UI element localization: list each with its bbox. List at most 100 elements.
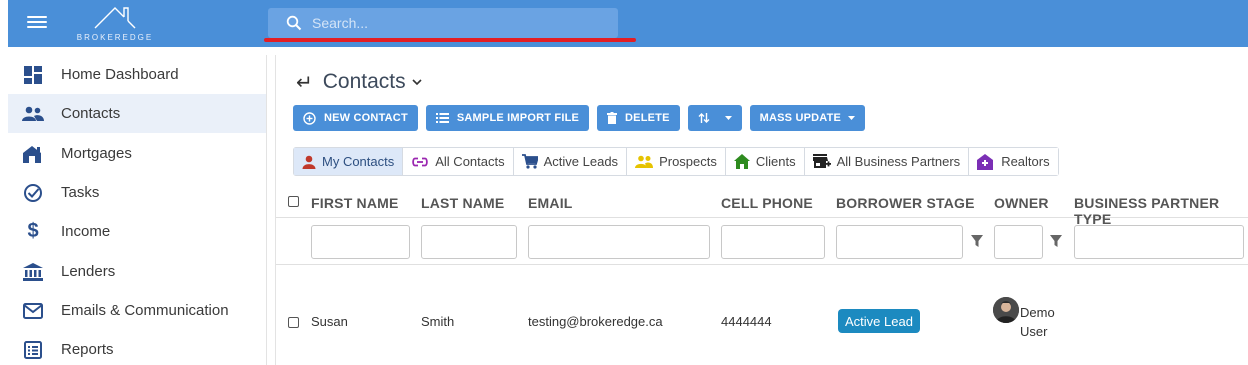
sort-icon	[698, 113, 710, 123]
last-name-filter-input[interactable]	[421, 225, 517, 259]
add-circle-icon	[303, 111, 316, 125]
cell-last-name: Smith	[421, 314, 455, 329]
sidebar-item-label: Mortgages	[61, 145, 132, 162]
tab-label: All Contacts	[435, 154, 505, 169]
column-header-last-name[interactable]: LAST NAME	[421, 195, 504, 211]
menu-icon[interactable]	[27, 13, 47, 33]
filter-row	[276, 218, 1248, 265]
mass-update-button[interactable]: MASS UPDATE	[749, 105, 866, 131]
toolbar: NEW CONTACT SAMPLE IMPORT FILE DELETE MA…	[293, 105, 866, 131]
dollar-icon: $	[27, 220, 39, 242]
sidebar-item-label: Income	[61, 223, 111, 240]
sidebar-item-label: Lenders	[61, 263, 116, 280]
back-arrow-icon[interactable]: ↵	[296, 70, 313, 95]
sidebar-item-label: Contacts	[61, 105, 121, 122]
tab-label: All Business Partners	[836, 154, 961, 169]
delete-label: DELETE	[625, 112, 670, 124]
cell-cell-phone: 4444444	[721, 314, 772, 329]
mail-icon	[22, 300, 44, 322]
home-icon	[733, 154, 750, 169]
sidebar: Home Dashboard Contacts Mortgages Tasks …	[8, 55, 267, 365]
check-circle-icon	[22, 182, 44, 204]
new-contact-button[interactable]: NEW CONTACT	[293, 105, 418, 131]
filter-funnel-icon[interactable]	[1050, 235, 1062, 247]
sample-import-file-button[interactable]: SAMPLE IMPORT FILE	[425, 105, 590, 131]
sort-button[interactable]	[687, 105, 742, 131]
table-header: FIRST NAME LAST NAME EMAIL CELL PHONE BO…	[276, 185, 1248, 227]
sidebar-item-home-dashboard[interactable]: Home Dashboard	[8, 55, 266, 94]
tab-label: Clients	[755, 154, 796, 169]
column-header-first-name[interactable]: FIRST NAME	[311, 195, 399, 211]
column-header-owner[interactable]: OWNER	[994, 195, 1049, 211]
person-icon	[302, 155, 316, 169]
borrower-stage-filter-input[interactable]	[836, 225, 963, 259]
list-icon	[435, 113, 449, 123]
sidebar-item-contacts[interactable]: Contacts	[8, 94, 266, 133]
search-input[interactable]	[312, 12, 602, 34]
select-all-checkbox[interactable]	[288, 196, 299, 207]
logo[interactable]: BROKEREDGE	[70, 2, 160, 44]
owner-filter-input[interactable]	[994, 225, 1043, 259]
tab-all-business-partners[interactable]: All Business Partners	[804, 148, 970, 175]
tab-my-contacts[interactable]: My Contacts	[294, 148, 404, 175]
sidebar-item-lenders[interactable]: Lenders	[8, 252, 266, 291]
page-header: ↵ Contacts	[296, 69, 422, 95]
tab-all-contacts[interactable]: All Contacts	[403, 148, 514, 175]
sidebar-item-income[interactable]: $ Income	[8, 212, 266, 251]
cell-email: testing@brokeredge.ca	[528, 314, 663, 329]
list-icon	[22, 339, 44, 361]
sidebar-item-label: Emails & Communication	[61, 302, 229, 319]
delete-button[interactable]: DELETE	[597, 105, 680, 131]
row-checkbox[interactable]	[288, 317, 299, 328]
logo-roof-icon	[94, 7, 136, 29]
caret-down-icon	[848, 115, 856, 120]
people-icon	[22, 103, 44, 125]
chevron-down-icon[interactable]	[412, 77, 422, 87]
store-icon	[812, 153, 831, 168]
sidebar-item-reports[interactable]: Reports	[8, 330, 266, 365]
first-name-filter-input[interactable]	[311, 225, 410, 259]
sample-import-label: SAMPLE IMPORT FILE	[456, 112, 580, 124]
search-bar[interactable]	[268, 8, 618, 38]
page-title: Contacts	[322, 70, 406, 93]
tab-label: Prospects	[659, 154, 717, 169]
tab-label: Realtors	[1001, 154, 1050, 169]
sidebar-item-emails[interactable]: Emails & Communication	[8, 291, 266, 330]
sidebar-item-label: Home Dashboard	[61, 66, 179, 83]
bank-icon	[22, 261, 44, 283]
main-content: ↵ Contacts NEW CONTACT SAMPLE IMPORT FIL…	[275, 55, 1248, 365]
column-header-borrower-stage[interactable]: BORROWER STAGE	[836, 195, 975, 211]
tab-label: Active Leads	[543, 154, 619, 169]
trash-icon	[607, 112, 618, 124]
cart-icon	[521, 154, 538, 169]
tab-realtors[interactable]: Realtors	[969, 148, 1058, 175]
new-contact-label: NEW CONTACT	[324, 112, 408, 124]
house-icon	[22, 143, 44, 165]
cell-first-name: Susan	[311, 314, 348, 329]
caret-down-icon	[724, 115, 732, 120]
tab-prospects[interactable]: Prospects	[627, 148, 726, 175]
group-icon	[635, 155, 654, 168]
column-header-email[interactable]: EMAIL	[528, 195, 573, 211]
business-partner-type-filter-input[interactable]	[1074, 225, 1244, 259]
sidebar-item-mortgages[interactable]: Mortgages	[8, 134, 266, 173]
dashboard-icon	[22, 64, 44, 86]
sidebar-item-tasks[interactable]: Tasks	[8, 173, 266, 212]
status-badge: Active Lead	[838, 309, 920, 333]
column-header-cell-phone[interactable]: CELL PHONE	[721, 195, 813, 211]
cell-phone-filter-input[interactable]	[721, 225, 825, 259]
sidebar-item-label: Tasks	[61, 184, 100, 201]
filter-funnel-icon[interactable]	[971, 235, 983, 247]
email-filter-input[interactable]	[528, 225, 710, 259]
cell-owner: Demo User	[1020, 305, 1055, 339]
filter-tabs: My Contacts All Contacts Active Leads Pr…	[293, 147, 1059, 176]
tab-clients[interactable]: Clients	[725, 148, 805, 175]
tab-active-leads[interactable]: Active Leads	[513, 148, 628, 175]
tab-label: My Contacts	[322, 154, 395, 169]
search-icon	[286, 15, 302, 31]
logo-text: BROKEREDGE	[76, 33, 154, 42]
mass-update-label: MASS UPDATE	[759, 112, 842, 124]
house-plus-icon	[977, 153, 994, 170]
sidebar-item-label: Reports	[61, 341, 114, 358]
link-icon	[412, 157, 429, 166]
